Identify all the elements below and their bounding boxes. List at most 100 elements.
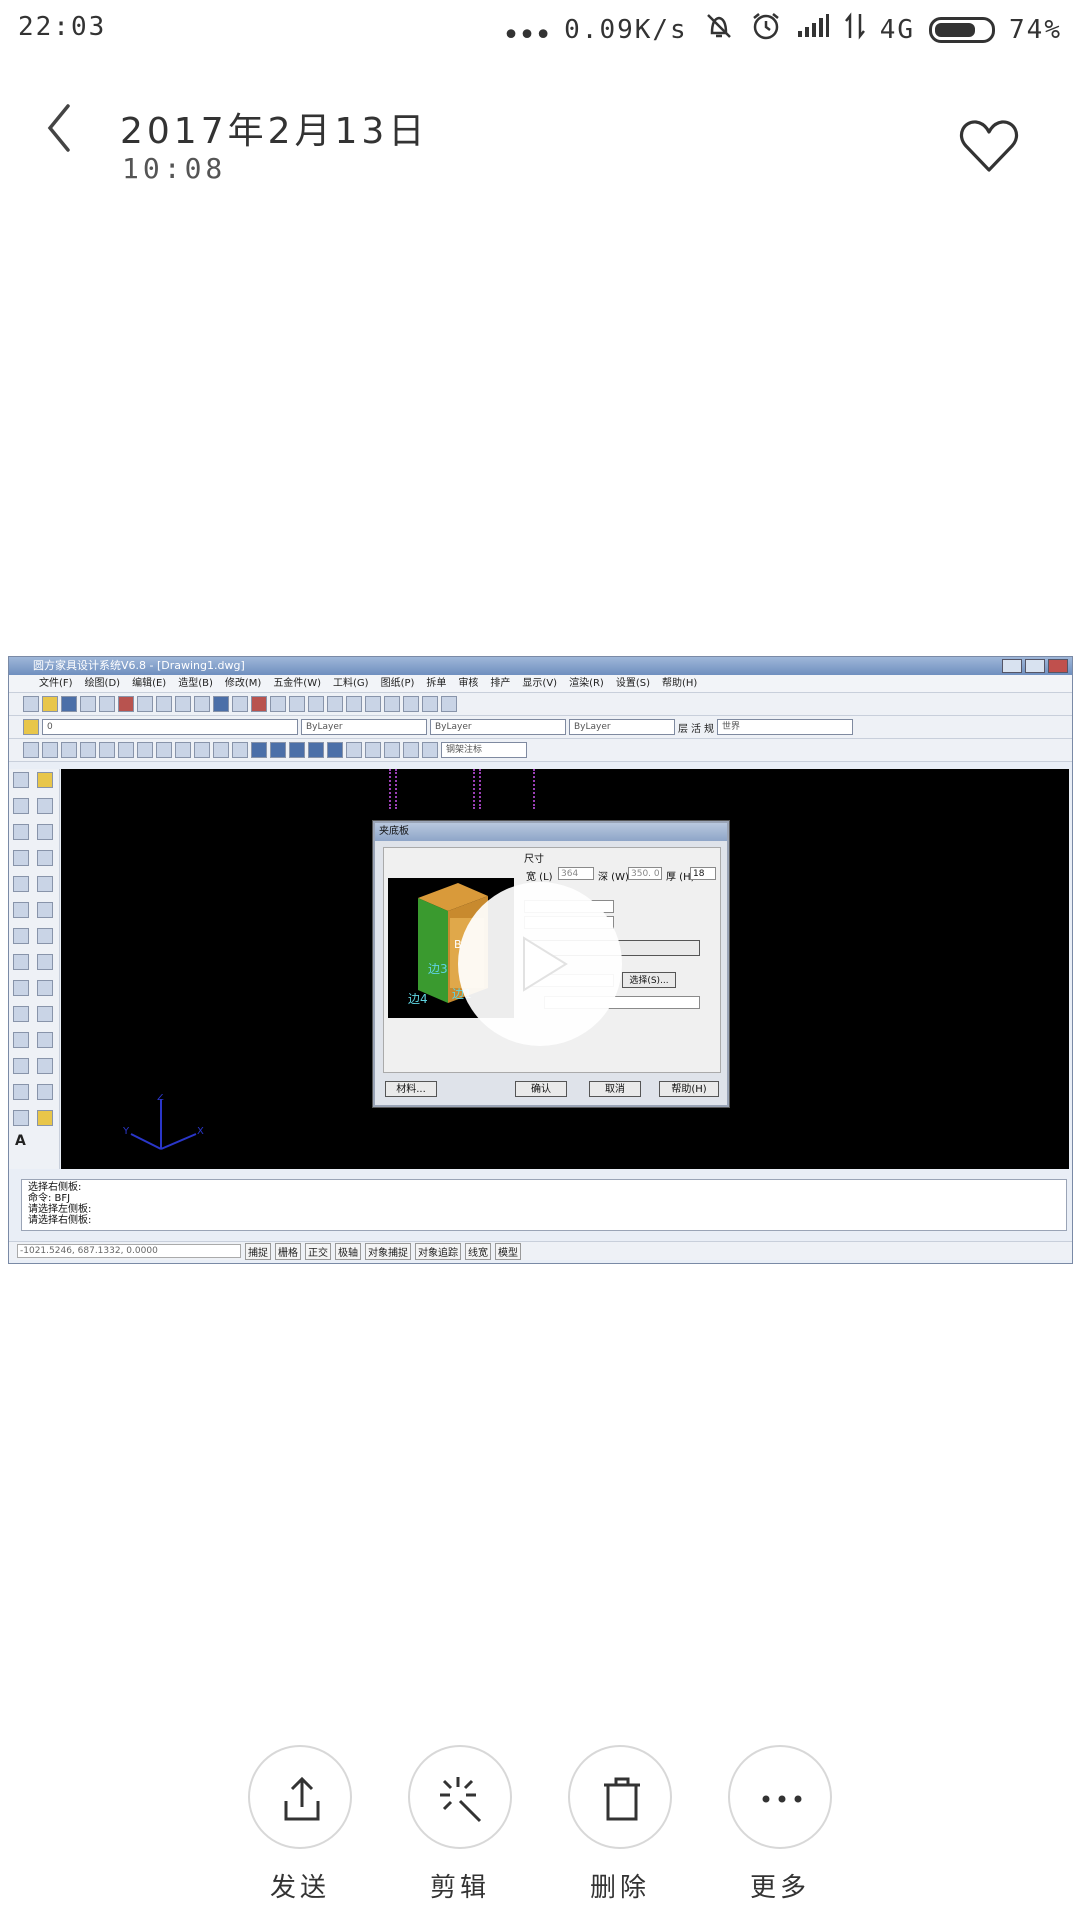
offset-icon — [37, 850, 53, 866]
cad-menu-item: 造型(B) — [178, 678, 213, 689]
cad-menu-item: 文件(F) — [39, 678, 73, 689]
tool-icon — [289, 696, 305, 712]
toolbar-text: 活 — [691, 723, 701, 735]
layer-combo: 0 — [42, 719, 298, 735]
extend-icon — [37, 1032, 53, 1048]
tool-icon — [270, 696, 286, 712]
stretch-icon — [37, 980, 53, 996]
preview-label: 边3 — [428, 962, 448, 976]
size-label: 尺寸 — [524, 854, 544, 865]
paste-icon — [156, 696, 172, 712]
delete-button[interactable]: 删除 — [565, 1745, 675, 1904]
trim-icon — [37, 1006, 53, 1022]
cad-command-line: 选择右侧板: 命令: BFJ 请选择左侧板: 请选择右侧板: — [21, 1179, 1067, 1231]
purple-guide-line — [389, 769, 391, 809]
rotate-icon — [37, 928, 53, 944]
nb-icon — [251, 696, 267, 712]
chevron-left-icon — [47, 104, 70, 152]
command-line-text: 命令: BFJ — [28, 1193, 71, 1204]
tool-icon — [80, 742, 96, 758]
edit-label: 剪辑 — [429, 1873, 490, 1903]
video-date: 2017年2月13日 — [120, 111, 429, 152]
cad-menu-item: 拆单 — [426, 678, 447, 689]
status-toggle: 线宽 — [465, 1242, 491, 1260]
cad-menu-item: 修改(M) — [224, 678, 262, 689]
status-toggle: 正交 — [305, 1242, 331, 1260]
hatch-icon — [13, 1110, 29, 1126]
cad-menu-item: 显示(V) — [522, 678, 558, 689]
cad-menu-item: 排产 — [490, 678, 511, 689]
tool-icon — [327, 696, 343, 712]
video-viewer-screen: 22:03 ••• 0.09K/s 4G 74% 2017年2月13日 10:0… — [0, 0, 1080, 1920]
trash-icon — [604, 1777, 640, 1821]
maximize-icon — [1025, 659, 1045, 673]
cad-toolbar-2: 0 ByLayer ByLayer ByLayer 层 活 规 世界 — [9, 716, 1072, 739]
cad-menu-item: 帮助(H) — [662, 678, 698, 689]
mirror-icon — [37, 824, 53, 840]
chamfer-icon — [37, 1084, 53, 1100]
status-bar: 22:03 ••• 0.09K/s 4G 74% — [0, 0, 1080, 60]
network-speed: 0.09K/s — [564, 14, 688, 45]
cad-menu-item: 编辑(E) — [132, 678, 167, 689]
tool-icon — [23, 742, 39, 758]
data-arrows-icon — [844, 12, 866, 47]
cad-menu-item: 绘图(D) — [84, 678, 121, 689]
battery-icon — [929, 16, 996, 43]
cad-menu-item: 图纸(P) — [380, 678, 415, 689]
view-cube-icon — [308, 742, 324, 758]
silent-icon — [702, 11, 736, 48]
array-icon — [37, 876, 53, 892]
cad-toolbar-1 — [9, 693, 1072, 716]
play-button[interactable] — [458, 882, 622, 1046]
break-icon — [37, 1058, 53, 1074]
tool-icon — [422, 696, 438, 712]
delete-circle — [568, 1745, 672, 1849]
more-button[interactable]: 更多 — [725, 1745, 835, 1904]
send-label: 发送 — [269, 1873, 330, 1903]
redo-icon — [194, 696, 210, 712]
more-label: 更多 — [749, 1873, 810, 1903]
bottom-action-bar: 发送 剪辑 删除 更多 — [0, 1745, 1080, 1903]
heart-icon — [960, 120, 1018, 172]
scale-icon — [37, 954, 53, 970]
block-icon — [13, 1058, 29, 1074]
cad-menu-item: 设置(S) — [615, 678, 650, 689]
cad-dialog-title: 夹底板 — [375, 823, 727, 841]
tool-icon — [118, 742, 134, 758]
command-line-text: 选择右侧板: — [28, 1182, 82, 1193]
ucs-combo: 世界 — [717, 719, 853, 735]
battery-percent: 74% — [1009, 14, 1062, 45]
depth-label: 深 (W) — [598, 872, 629, 883]
cad-window-title: 圆方家具设计系统V6.8 - [Drawing1.dwg] — [9, 657, 1072, 675]
signal-icon — [796, 13, 830, 46]
back-button[interactable] — [40, 100, 90, 160]
cad-menu-bar: 文件(F) 绘图(D) 编辑(E) 造型(B) 修改(M) 五金件(W) 工料(… — [9, 675, 1072, 693]
pan-icon — [232, 696, 248, 712]
lineweight-combo: ByLayer — [569, 719, 675, 735]
status-icons: ••• 0.09K/s 4G 74% — [502, 10, 1062, 53]
view-cube-icon — [251, 742, 267, 758]
explode-icon — [37, 1110, 53, 1126]
more-icon — [762, 1795, 802, 1803]
video-time: 10:08 — [122, 152, 227, 185]
header: 2017年2月13日 10:08 — [0, 80, 1080, 200]
svg-text:X: X — [197, 1126, 204, 1137]
move-icon — [37, 902, 53, 918]
dim-style-combo: 钢架注标 — [441, 742, 527, 758]
purple-guide-line — [473, 769, 475, 809]
close-icon — [1048, 659, 1068, 673]
arc-icon — [13, 824, 29, 840]
select-button: 选择(S)... — [622, 972, 676, 988]
edit-button[interactable]: 剪辑 — [405, 1745, 515, 1904]
send-button[interactable]: 发送 — [245, 1745, 355, 1904]
favorite-button[interactable] — [958, 118, 1022, 178]
purple-guide-line — [533, 769, 535, 809]
cad-window-buttons — [1002, 659, 1068, 673]
tool-icon — [403, 742, 419, 758]
status-toggle: 极轴 — [335, 1242, 361, 1260]
linetype-combo: ByLayer — [430, 719, 566, 735]
status-toggle: 对象捕捉 — [365, 1242, 411, 1260]
command-line-text: 请选择右侧板: — [28, 1215, 92, 1226]
tool-icon — [365, 742, 381, 758]
tool-icon — [308, 696, 324, 712]
